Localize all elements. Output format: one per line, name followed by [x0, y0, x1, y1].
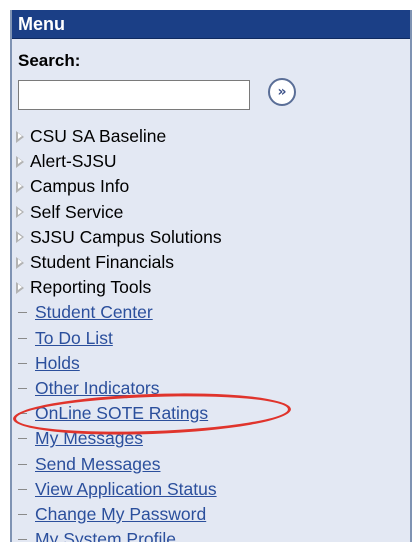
dash-icon [18, 387, 27, 389]
folder-triangle-icon [16, 206, 24, 219]
holds-link[interactable]: Holds [35, 351, 80, 376]
folder-item-reporting-tools[interactable]: Reporting Tools [12, 275, 410, 300]
my-system-profile-link[interactable]: My System Profile [35, 527, 176, 542]
folder-label: Alert-SJSU [30, 151, 117, 172]
other-indicators-link[interactable]: Other Indicators [35, 376, 160, 401]
link-item-other-indicators: Other Indicators [12, 376, 410, 401]
search-label: Search: [18, 51, 81, 70]
folder-item-student-financials[interactable]: Student Financials [12, 250, 410, 275]
change-my-password-link[interactable]: Change My Password [35, 502, 206, 527]
search-input[interactable] [18, 80, 250, 110]
dash-icon [18, 438, 27, 440]
dash-icon [18, 539, 27, 541]
link-item-holds: Holds [12, 351, 410, 376]
search-go-button[interactable]: » [268, 78, 296, 106]
link-item-my-messages: My Messages [12, 426, 410, 451]
folder-label: Self Service [30, 201, 124, 222]
dash-icon [18, 362, 27, 364]
search-row: » [12, 72, 410, 116]
folder-triangle-icon [16, 130, 24, 143]
link-item-my-system-profile: My System Profile [12, 527, 410, 542]
folder-triangle-icon [16, 231, 24, 244]
send-messages-link[interactable]: Send Messages [35, 452, 161, 477]
online-sote-ratings-link[interactable]: OnLine SOTE Ratings [35, 401, 208, 426]
folder-label: Reporting Tools [30, 277, 152, 298]
link-item-view-application-status: View Application Status [12, 477, 410, 502]
dash-icon [18, 488, 27, 490]
dash-icon [18, 413, 27, 415]
dash-icon [18, 312, 27, 314]
folder-item-self-service[interactable]: Self Service [12, 200, 410, 225]
folder-triangle-icon [16, 180, 24, 193]
dash-icon [18, 337, 27, 339]
folder-item-sjsu-campus-solutions[interactable]: SJSU Campus Solutions [12, 225, 410, 250]
menu-title: Menu [12, 10, 410, 39]
link-item-to-do-list: To Do List [12, 326, 410, 351]
folder-item-campus-info[interactable]: Campus Info [12, 174, 410, 199]
menu-list: CSU SA Baseline Alert-SJSU Campus Info S… [12, 124, 410, 542]
folder-triangle-icon [16, 281, 24, 294]
folder-triangle-icon [16, 256, 24, 269]
folder-item-csu-sa-baseline[interactable]: CSU SA Baseline [12, 124, 410, 149]
dash-icon [18, 513, 27, 515]
link-item-online-sote-ratings: OnLine SOTE Ratings [12, 401, 410, 426]
to-do-list-link[interactable]: To Do List [35, 326, 113, 351]
go-arrow-icon: » [277, 84, 287, 100]
link-item-send-messages: Send Messages [12, 451, 410, 476]
folder-label: Campus Info [30, 176, 130, 197]
folder-label: CSU SA Baseline [30, 126, 167, 147]
folder-label: SJSU Campus Solutions [30, 226, 222, 247]
folder-triangle-icon [16, 155, 24, 168]
folder-label: Student Financials [30, 252, 174, 273]
folder-item-alert-sjsu[interactable]: Alert-SJSU [12, 149, 410, 174]
my-messages-link[interactable]: My Messages [35, 426, 143, 451]
dash-icon [18, 463, 27, 465]
link-item-student-center: Student Center [12, 300, 410, 325]
student-center-link[interactable]: Student Center [35, 300, 153, 325]
view-application-status-link[interactable]: View Application Status [35, 477, 217, 502]
link-item-change-my-password: Change My Password [12, 502, 410, 527]
menu-panel: Menu Search: » CSU SA Baseline Alert-SJS… [10, 10, 412, 542]
